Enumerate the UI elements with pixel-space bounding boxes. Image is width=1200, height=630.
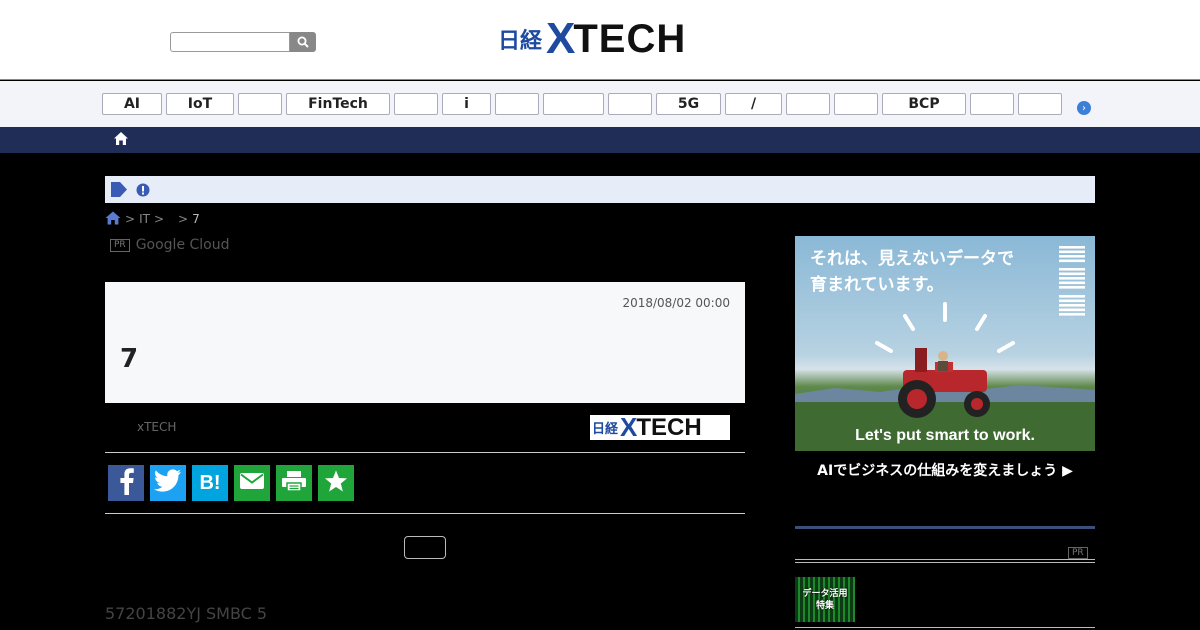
mail-share-button[interactable] bbox=[234, 465, 270, 501]
tag-fintech[interactable]: FinTech bbox=[286, 93, 390, 115]
logo-nikkei: 日経 bbox=[498, 29, 543, 54]
pr-badge: PR bbox=[1068, 547, 1088, 559]
tag-ai[interactable]: AI bbox=[102, 93, 162, 115]
article-header: 2018/08/02 00:00 7 bbox=[105, 282, 745, 403]
topic-tag-bar: AI IoT FinTech i 5G / BCP bbox=[0, 81, 1200, 127]
ad-headline: それは、見えないデータで 育まれています。 bbox=[810, 246, 1014, 298]
byline-logo-nikkei: 日経 bbox=[592, 422, 619, 437]
sidebar-pr-badge: PR bbox=[1068, 540, 1088, 559]
breadcrumb-separator: > bbox=[178, 212, 189, 226]
byline-logo-tech: TECH bbox=[636, 414, 702, 441]
home-icon[interactable] bbox=[113, 131, 129, 150]
tag-next-arrow-icon[interactable]: › bbox=[1077, 101, 1091, 115]
breadcrumb: > IT > > 7 bbox=[105, 211, 200, 227]
byline-logo: 日経 X TECH bbox=[590, 412, 730, 442]
print-button[interactable] bbox=[276, 465, 312, 501]
ad-headline-line: 育まれています。 bbox=[810, 275, 944, 295]
site-logo[interactable]: 日経 X TECH bbox=[498, 14, 687, 63]
divider bbox=[105, 452, 745, 453]
tag-iot[interactable]: IoT bbox=[166, 93, 234, 115]
thumbnail-label: データ活用 bbox=[802, 588, 848, 599]
pr-link-text: Google Cloud bbox=[135, 237, 230, 253]
favorite-button[interactable] bbox=[318, 465, 354, 501]
tag-item[interactable] bbox=[970, 93, 1014, 115]
ibm-logo-text: IBM bbox=[1071, 318, 1073, 320]
toggle-button[interactable] bbox=[404, 536, 446, 559]
tag-item[interactable] bbox=[238, 93, 282, 115]
twitter-bird-icon bbox=[154, 469, 182, 497]
pr-badge: PR bbox=[110, 238, 130, 252]
info-alert-icon bbox=[136, 182, 150, 201]
search-input[interactable] bbox=[170, 32, 290, 52]
tag-item[interactable] bbox=[1018, 93, 1062, 115]
logo-x: X bbox=[546, 14, 575, 63]
tag-item[interactable] bbox=[543, 93, 604, 115]
ad-headline-line: それは、見えないデータで bbox=[810, 249, 1014, 269]
notice-bar[interactable] bbox=[105, 176, 1095, 203]
article-byline: xTECH bbox=[137, 420, 177, 434]
facebook-icon bbox=[116, 467, 136, 499]
breadcrumb-separator: > bbox=[153, 212, 164, 226]
sidebar-section-rule bbox=[795, 526, 1095, 529]
printer-icon bbox=[281, 470, 307, 496]
hatena-b-icon: B! bbox=[199, 471, 221, 494]
breadcrumb-it[interactable]: IT bbox=[139, 212, 150, 226]
breadcrumb-separator: > bbox=[125, 212, 136, 226]
logo-tech: TECH bbox=[573, 16, 687, 61]
ad-tagline: Let's put smart to work. bbox=[855, 427, 1035, 444]
divider bbox=[105, 513, 745, 514]
ibm-logo: IBM bbox=[1059, 244, 1085, 320]
tag-item[interactable] bbox=[834, 93, 878, 115]
mail-envelope-icon bbox=[239, 472, 265, 494]
play-arrow-icon bbox=[110, 181, 128, 202]
tag-item[interactable] bbox=[608, 93, 652, 115]
divider bbox=[795, 559, 1095, 560]
hatena-bookmark-button[interactable]: B! bbox=[192, 465, 228, 501]
search-icon bbox=[297, 33, 309, 52]
twitter-share-button[interactable] bbox=[150, 465, 186, 501]
main-nav-bar bbox=[0, 127, 1200, 153]
tag-item[interactable] bbox=[394, 93, 438, 115]
divider bbox=[795, 562, 1095, 563]
pr-link[interactable]: PR Google Cloud bbox=[110, 237, 230, 253]
site-header: 日経 X TECH bbox=[0, 0, 1200, 80]
star-icon bbox=[324, 469, 348, 497]
tag-5g[interactable]: 5G bbox=[656, 93, 721, 115]
facebook-share-button[interactable] bbox=[108, 465, 144, 501]
tag-bcp[interactable]: BCP bbox=[882, 93, 966, 115]
tag-i[interactable]: i bbox=[442, 93, 491, 115]
breadcrumb-home-icon[interactable] bbox=[105, 211, 121, 228]
article-date: 2018/08/02 00:00 bbox=[622, 296, 730, 310]
ad-background: それは、見えないデータで 育まれています。 IBM Let's put smar… bbox=[795, 236, 1095, 451]
sidebar-thumbnail[interactable]: データ活用 特集 bbox=[795, 577, 855, 622]
article-body-text: 57201882YJ SMBC 5 bbox=[105, 604, 268, 623]
search-button[interactable] bbox=[290, 32, 316, 52]
breadcrumb-current: 7 bbox=[192, 212, 200, 226]
tag-slash[interactable]: / bbox=[725, 93, 782, 115]
article-title: 7 bbox=[120, 344, 139, 374]
thumbnail-label: 特集 bbox=[815, 600, 834, 611]
ibm-banner-ad[interactable]: それは、見えないデータで 育まれています。 IBM Let's put smar… bbox=[795, 236, 1095, 486]
byline-logo-x: X bbox=[620, 412, 637, 442]
tag-item[interactable] bbox=[786, 93, 830, 115]
divider bbox=[795, 627, 1095, 628]
tag-item[interactable] bbox=[495, 93, 539, 115]
ad-cta-link[interactable]: AIでビジネスの仕組みを変えましょう ▶ bbox=[795, 460, 1095, 480]
